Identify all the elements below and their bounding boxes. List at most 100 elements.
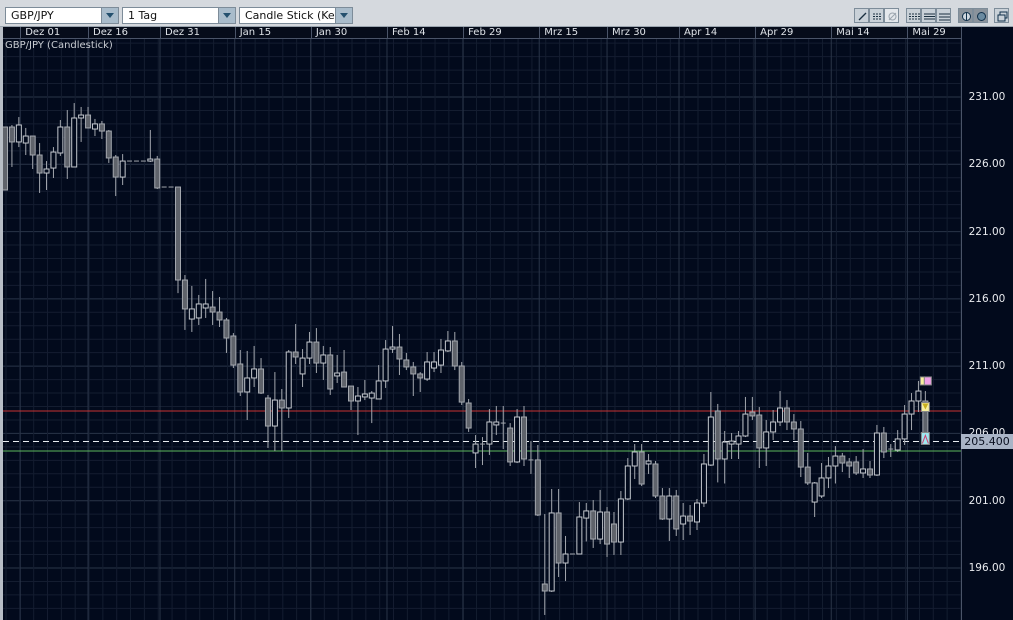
candle-bullish [811, 482, 818, 503]
candle-bullish [777, 407, 784, 423]
candle-bullish [707, 416, 714, 466]
candle-bearish [417, 373, 424, 379]
horizontal-lines-icon[interactable] [869, 8, 884, 23]
candle-bearish [223, 319, 230, 339]
candlestick-chart[interactable] [0, 0, 1013, 620]
price-tick-label: 221.00 [968, 225, 1006, 238]
date-tick-label: Jan 15 [234, 27, 271, 39]
candle-bearish [638, 451, 645, 485]
candle-bearish [410, 366, 417, 375]
candle-bullish [818, 477, 825, 497]
left-border [0, 27, 3, 620]
dashed-lines-icon[interactable] [936, 8, 951, 23]
chevron-down-icon[interactable] [218, 8, 235, 23]
candle-bullish [873, 432, 880, 476]
candle-bearish [790, 421, 797, 430]
interval-dropdown[interactable]: 1 Tag [122, 7, 236, 24]
candle-bullish [195, 303, 202, 319]
candle-bearish [85, 114, 92, 129]
candle-bearish [659, 495, 666, 520]
candle-bearish [541, 583, 548, 592]
candle-bearish [714, 410, 721, 460]
candle-bearish [181, 279, 188, 310]
candle-bullish [251, 368, 258, 379]
lines-icon[interactable] [921, 8, 936, 23]
candle-bullish [361, 393, 368, 398]
candle-bullish [354, 395, 361, 402]
candle-bearish [278, 399, 285, 409]
chevron-down-icon[interactable] [335, 8, 352, 23]
candle-bullish [306, 341, 313, 359]
pattern-circle-icon[interactable] [973, 8, 988, 23]
candle-bullish [147, 158, 154, 162]
candle-bearish [867, 468, 873, 476]
candle-bullish [50, 151, 57, 169]
candle-bullish [894, 438, 901, 451]
date-tick-label: Dez 31 [160, 27, 200, 39]
candle-bullish [700, 463, 707, 504]
candle-bearish [507, 427, 514, 463]
candle-bearish [237, 363, 244, 393]
detach-window-icon[interactable] [994, 8, 1009, 23]
candle-bullish [624, 465, 631, 500]
date-tick-label: Apr 14 [679, 27, 717, 39]
candle-bullish [424, 361, 431, 380]
candle-bullish [368, 392, 375, 399]
circle-settings-icon[interactable] [958, 8, 973, 23]
candle-bullish [631, 451, 638, 467]
candle-bullish [202, 303, 209, 309]
candle-bullish [389, 346, 396, 350]
candle-bullish [493, 421, 500, 426]
chevron-down-icon[interactable] [101, 8, 118, 23]
candle-bullish [680, 515, 687, 525]
candle-bullish [444, 340, 451, 352]
price-tick-label: 196.00 [968, 561, 1006, 574]
candle-bullish [617, 498, 624, 543]
date-tick-label: Jan 30 [310, 27, 347, 39]
candle-bullish [271, 399, 278, 427]
candle-bearish [154, 158, 161, 189]
candle-bullish [15, 124, 22, 143]
candle-bearish [258, 368, 265, 394]
disabled-circle-icon[interactable] [884, 8, 899, 23]
price-axis[interactable] [961, 27, 1013, 620]
candle-bullish [562, 553, 569, 564]
candle-bearish [521, 416, 527, 460]
candle-bearish [313, 341, 320, 364]
symbol-dropdown[interactable]: GBP/JPY [5, 7, 119, 24]
candle-bearish [105, 130, 112, 159]
candle-bullish [514, 416, 521, 463]
candle-bearish [341, 371, 348, 388]
date-tick-label: Dez 01 [20, 27, 60, 39]
candle-bearish [29, 135, 36, 156]
candle-bullish [119, 160, 126, 178]
candle-bearish [403, 359, 410, 368]
date-tick-label: Mai 14 [831, 27, 870, 39]
candle-bullish [22, 135, 29, 144]
candle-bearish [604, 511, 611, 545]
candle-bearish [853, 461, 860, 474]
candle-bearish [8, 126, 15, 143]
candle-bearish [64, 126, 71, 168]
line-tool-icon[interactable] [854, 8, 869, 23]
chart-type-dropdown[interactable]: Candle Stick (Kerze [239, 7, 353, 24]
candle-bullish [860, 468, 867, 474]
candle-bullish [472, 443, 479, 454]
last-price-label: 205.400 [961, 434, 1013, 449]
grid-lines-icon[interactable] [906, 8, 921, 23]
candle-bearish [112, 156, 119, 178]
candle-bullish [583, 510, 590, 519]
candle-bullish [728, 440, 735, 445]
order-marker-pink [923, 376, 932, 386]
candle-bullish [597, 511, 604, 540]
candle-bullish [320, 354, 327, 364]
interval-value: 1 Tag [128, 9, 158, 22]
date-tick-label: Mai 29 [907, 27, 946, 39]
candle-bullish [576, 516, 583, 555]
candle-bearish [783, 407, 790, 423]
candle-bearish [209, 306, 216, 313]
candle-bullish [908, 400, 915, 415]
price-tick-label: 211.00 [968, 360, 1006, 373]
candle-bullish [244, 377, 251, 393]
candle-bullish [188, 308, 195, 320]
